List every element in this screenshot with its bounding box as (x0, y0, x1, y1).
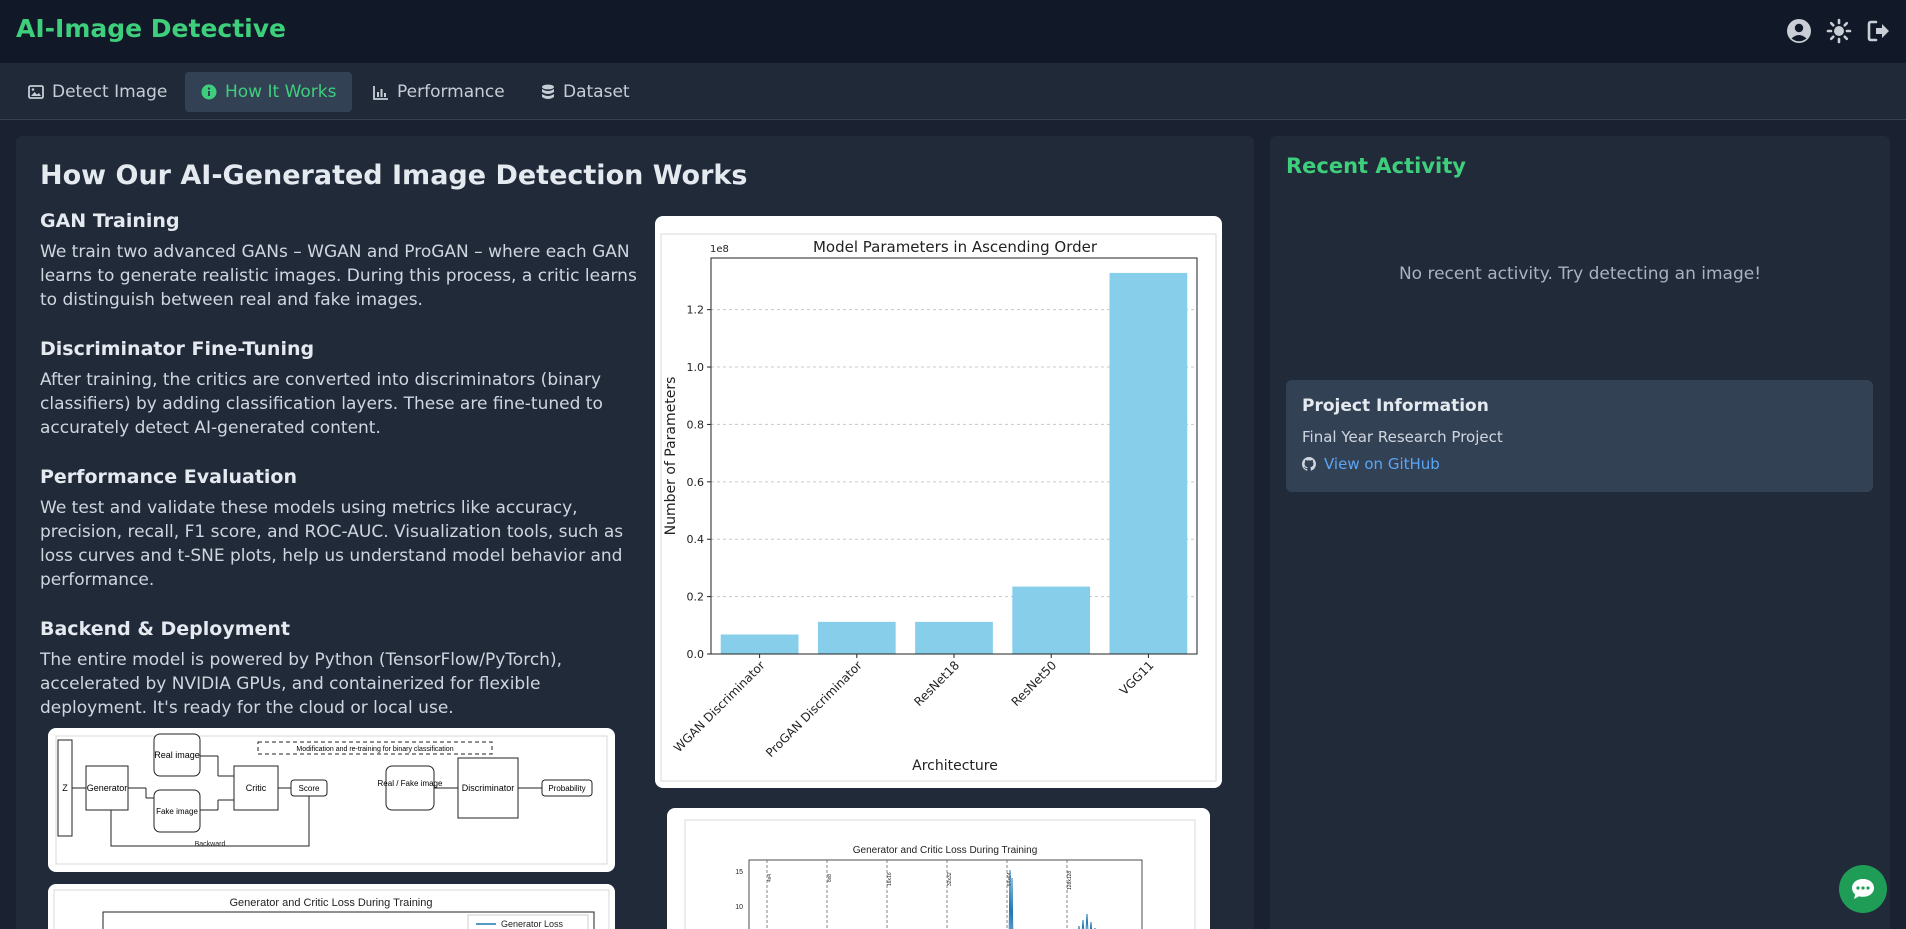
tab-label: How It Works (225, 82, 337, 102)
tab-performance[interactable]: Performance (357, 72, 521, 112)
chart-multiplier-label: 1e8 (710, 244, 729, 255)
tab-label: Detect Image (52, 82, 168, 102)
loss-chart-right-stage: 128x128 (1067, 871, 1073, 890)
project-info-title: Project Information (1302, 396, 1489, 416)
loss-chart-right: Generator and Critic Loss During Trainin… (667, 808, 1210, 929)
chart-bar (1012, 586, 1091, 654)
diagram-modification-label: Modification and re-training for binary … (296, 746, 453, 753)
page-title: How Our AI-Generated Image Detection Wor… (40, 160, 748, 191)
section-gan-training: GAN Training We train two advanced GANs … (40, 210, 640, 312)
loss-chart-right-stage: 32x32 (947, 872, 953, 886)
section-heading: GAN Training (40, 210, 180, 232)
chart-ylabel: Number of Parameters (663, 377, 679, 536)
chart-bar (1109, 272, 1188, 654)
section-heading: Backend & Deployment (40, 618, 291, 640)
chat-button[interactable] (1839, 865, 1887, 913)
top-bar: AI-Image Detective (0, 0, 1906, 63)
section-discriminator-fine-tuning: Discriminator Fine-Tuning After training… (40, 338, 640, 440)
x-tick-label: ResNet50 (1009, 658, 1060, 709)
header-actions (1786, 18, 1892, 44)
diagram-discriminator-label: Discriminator (462, 783, 515, 793)
diagram-generator-label: Generator (87, 783, 128, 793)
tab-dataset[interactable]: Dataset (525, 72, 646, 112)
recent-activity-panel: Recent Activity No recent activity. Try … (1270, 136, 1890, 929)
section-heading: Discriminator Fine-Tuning (40, 338, 315, 360)
section-body: After training, the critics are converte… (40, 370, 603, 438)
project-info-subtitle: Final Year Research Project (1302, 428, 1503, 446)
bar-chart-icon (373, 85, 388, 100)
y-tick-label: 1.2 (687, 304, 705, 317)
logout-icon[interactable] (1866, 18, 1892, 44)
diagram-real-image-label: Real image (154, 750, 200, 760)
chat-icon (1852, 879, 1874, 899)
loss-chart-right-stage: 16x16 (887, 872, 893, 886)
y-tick-label: 0.8 (687, 418, 705, 431)
empty-activity-message: No recent activity. Try detecting an ima… (1398, 264, 1762, 284)
image-icon (28, 85, 44, 99)
y-tick-label: 0.4 (687, 533, 705, 546)
diagram-fake-image-label: Fake image (156, 807, 198, 816)
x-tick-label: ProGAN Discriminator (763, 658, 865, 760)
diagram-z-label: Z (62, 783, 68, 793)
loss-chart-left: Generator and Critic Loss During Trainin… (48, 884, 615, 929)
user-circle-icon[interactable] (1786, 18, 1812, 44)
database-icon (542, 84, 554, 99)
diagram-backward-label: Backward (195, 841, 226, 848)
github-icon (1302, 457, 1316, 471)
info-icon (201, 84, 217, 100)
chart-title: Model Parameters in Ascending Order (813, 238, 1098, 256)
loss-chart-left-title: Generator and Critic Loss During Trainin… (230, 897, 433, 909)
chart-bar (817, 621, 896, 654)
section-body: We test and validate these models using … (40, 498, 624, 590)
gan-pipeline-diagram: Z Generator Real image Fake image Critic… (48, 728, 615, 872)
section-body: The entire model is powered by Python (T… (40, 650, 562, 718)
chart-bar (915, 621, 993, 654)
y-tick-label: 0.2 (687, 591, 705, 604)
how-it-works-panel: How Our AI-Generated Image Detection Wor… (16, 136, 1254, 929)
loss-chart-right-ytick: 15 (735, 869, 743, 876)
loss-chart-right-ytick: 10 (735, 904, 743, 911)
loss-chart-left-legend: Generator Loss (501, 919, 564, 929)
chart-bar (720, 634, 799, 654)
loss-chart-right-title: Generator and Critic Loss During Trainin… (853, 845, 1038, 856)
tab-label: Dataset (563, 82, 630, 102)
loss-chart-right-stage: 8x8 (827, 874, 833, 882)
tab-bar: Detect Image How It Works Performance Da… (0, 63, 1906, 120)
y-tick-label: 0.6 (687, 476, 705, 489)
section-body: We train two advanced GANs – WGAN and Pr… (40, 242, 637, 310)
x-tick-label: ResNet18 (911, 658, 962, 709)
tab-detect-image[interactable]: Detect Image (12, 72, 183, 112)
section-heading: Performance Evaluation (40, 466, 298, 488)
recent-activity-title: Recent Activity (1286, 154, 1466, 178)
tab-label: Performance (397, 82, 505, 102)
diagram-probability-label: Probability (548, 784, 585, 793)
diagram-real-fake-label: Real / Fake image (378, 779, 443, 788)
y-tick-label: 1.0 (687, 361, 705, 374)
y-tick-label: 0.0 (687, 648, 705, 661)
section-backend-deployment: Backend & Deployment The entire model is… (40, 618, 640, 720)
github-link[interactable]: View on GitHub (1302, 455, 1440, 473)
diagram-critic-label: Critic (246, 783, 267, 793)
project-info-card: Project Information Final Year Research … (1286, 380, 1873, 492)
x-tick-label: VGG11 (1117, 658, 1157, 698)
x-tick-label: WGAN Discriminator (671, 658, 768, 755)
model-parameters-chart: Model Parameters in Ascending Order 1e8 … (655, 216, 1222, 788)
tab-how-it-works[interactable]: How It Works (185, 72, 353, 112)
github-link-label: View on GitHub (1324, 455, 1440, 473)
chart-xlabel: Architecture (912, 758, 998, 774)
app-title[interactable]: AI-Image Detective (16, 14, 286, 43)
loss-chart-right-stage: 4x4 (767, 874, 773, 882)
section-performance-evaluation: Performance Evaluation We test and valid… (40, 466, 640, 592)
sun-icon[interactable] (1826, 18, 1852, 44)
diagram-score-label: Score (299, 784, 320, 793)
